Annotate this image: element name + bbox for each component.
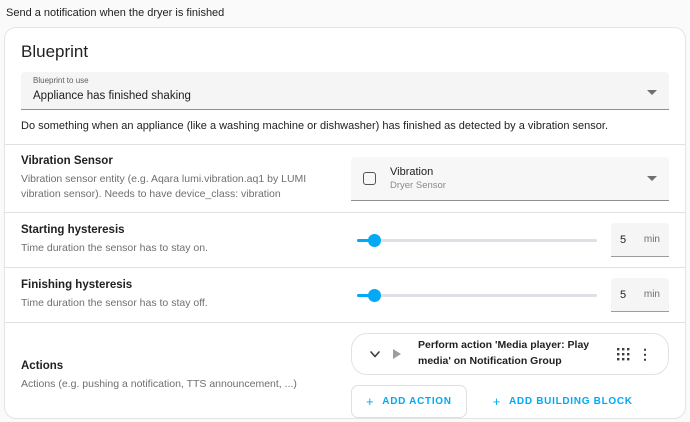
expand-chevron-button[interactable] — [364, 343, 386, 365]
starting-hysteresis-slider[interactable] — [357, 233, 597, 248]
blueprint-card: Blueprint Blueprint to use Appliance has… — [4, 27, 686, 419]
chevron-down-icon — [369, 348, 381, 360]
vibration-sensor-icon — [363, 172, 376, 185]
finishing-hysteresis-input[interactable]: 5 min — [611, 278, 669, 312]
plus-icon: + — [493, 394, 501, 409]
slider-track[interactable] — [357, 294, 597, 297]
finishing-hysteresis-title: Finishing hysteresis — [21, 279, 343, 291]
kebab-menu-icon: ⋮ — [638, 346, 652, 363]
duration-unit: min — [644, 234, 660, 245]
row-starting-hysteresis: Starting hysteresis Time duration the se… — [5, 213, 685, 268]
slider-track[interactable] — [357, 239, 597, 242]
blueprint-description: Do something when an appliance (like a w… — [5, 110, 685, 145]
chevron-down-icon — [647, 176, 657, 181]
duration-unit: min — [644, 289, 660, 300]
starting-hysteresis-input[interactable]: 5 min — [611, 223, 669, 257]
play-icon — [393, 349, 401, 359]
plus-icon: + — [366, 394, 374, 409]
row-actions: Actions Actions (e.g. pushing a notifica… — [5, 323, 685, 419]
slider-thumb[interactable] — [368, 289, 381, 302]
action-row[interactable]: Perform action 'Media player: Play media… — [351, 333, 669, 375]
vibration-sensor-description: Vibration sensor entity (e.g. Aqara lumi… — [21, 172, 343, 202]
starting-hysteresis-description: Time duration the sensor has to stay on. — [21, 241, 343, 256]
vibration-entity-picker[interactable]: Vibration Dryer Sensor — [351, 157, 669, 201]
run-action-button[interactable] — [386, 343, 408, 365]
duration-value: 5 — [620, 234, 626, 246]
slider-thumb[interactable] — [368, 234, 381, 247]
vibration-sensor-title: Vibration Sensor — [21, 155, 343, 167]
actions-title: Actions — [21, 360, 343, 372]
finishing-hysteresis-slider[interactable] — [357, 288, 597, 303]
add-action-button[interactable]: + ADD ACTION — [351, 385, 467, 418]
duration-value: 5 — [620, 289, 626, 301]
blueprint-select[interactable]: Blueprint to use Appliance has finished … — [21, 72, 669, 110]
finishing-hysteresis-description: Time duration the sensor has to stay off… — [21, 296, 343, 311]
action-overflow-menu-button[interactable]: ⋮ — [634, 343, 656, 365]
starting-hysteresis-title: Starting hysteresis — [21, 224, 343, 236]
drag-handle[interactable] — [612, 343, 634, 365]
drag-icon — [617, 348, 630, 361]
blueprint-select-value: Appliance has finished shaking — [33, 90, 191, 102]
entity-name: Vibration — [390, 166, 446, 178]
card-title: Blueprint — [5, 28, 685, 72]
row-finishing-hysteresis: Finishing hysteresis Time duration the s… — [5, 268, 685, 323]
row-vibration-sensor: Vibration Sensor Vibration sensor entity… — [5, 145, 685, 213]
blueprint-select-label: Blueprint to use — [33, 76, 89, 85]
actions-description: Actions (e.g. pushing a notification, TT… — [21, 377, 343, 392]
add-building-block-button[interactable]: + ADD BUILDING BLOCK — [479, 386, 647, 417]
chevron-down-icon — [647, 90, 657, 95]
action-label: Perform action 'Media player: Play media… — [418, 338, 604, 370]
page-title: Send a notification when the dryer is fi… — [0, 0, 690, 27]
entity-secondary: Dryer Sensor — [390, 180, 446, 191]
